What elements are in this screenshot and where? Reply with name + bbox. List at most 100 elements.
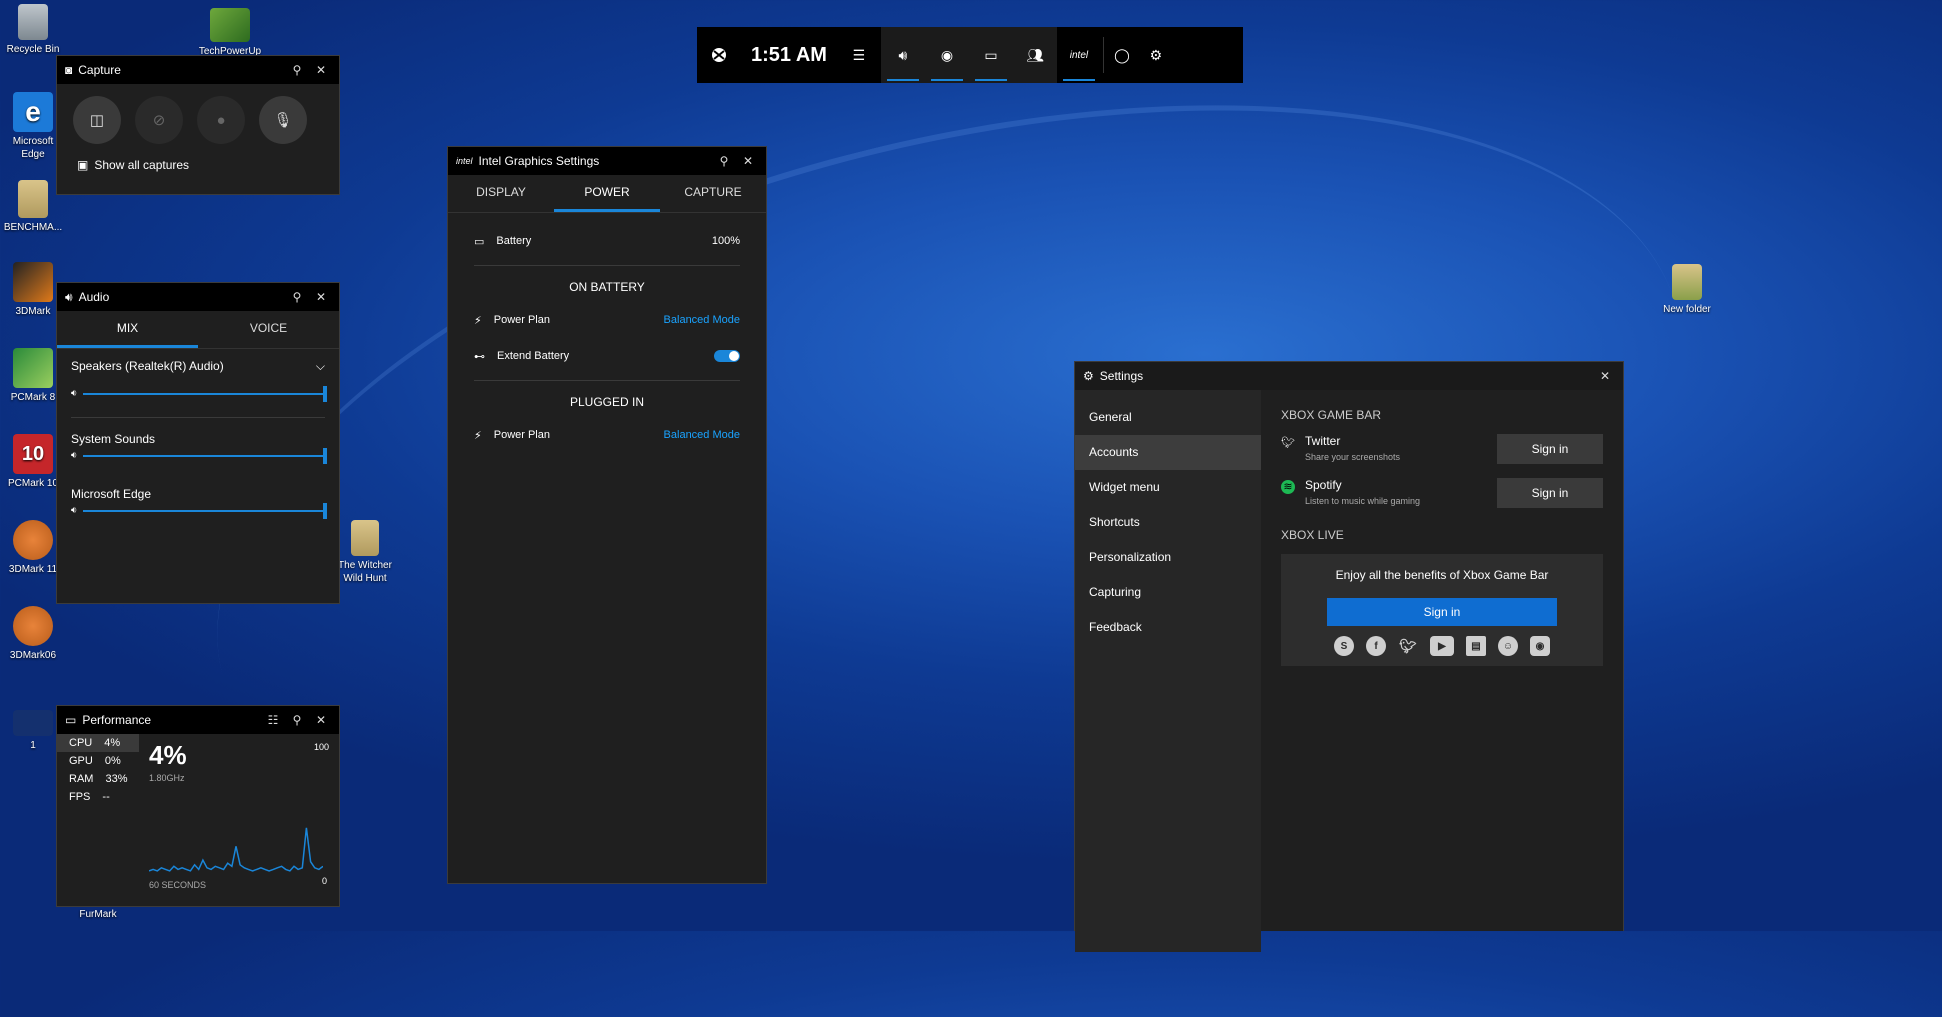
audio-title-bar[interactable]: 🔊︎ Audio ⚲ ✕ bbox=[57, 283, 339, 311]
nav-capturing[interactable]: Capturing bbox=[1075, 575, 1261, 610]
tab-mix[interactable]: MIX bbox=[57, 311, 198, 348]
show-all-captures-link[interactable]: ▣ Show all captures bbox=[57, 152, 339, 178]
close-icon[interactable]: ✕ bbox=[311, 290, 331, 304]
section-xbox-live: XBOX LIVE bbox=[1281, 528, 1344, 542]
xbox-live-panel: Enjoy all the benefits of Xbox Game Bar … bbox=[1281, 554, 1603, 666]
spotify-account-row: ≋ Spotify Listen to music while gaming S… bbox=[1281, 478, 1603, 508]
nav-shortcuts[interactable]: Shortcuts bbox=[1075, 505, 1261, 540]
monitor-icon: ▭ bbox=[65, 713, 77, 727]
twitter-sign-in-button[interactable]: Sign in bbox=[1497, 434, 1603, 464]
tab-capture[interactable]: CAPTURE bbox=[660, 175, 766, 212]
settings-title-bar[interactable]: ⚙ Settings ✕ bbox=[1075, 362, 1623, 390]
graph-span-label: 60 SECONDS bbox=[149, 880, 207, 890]
close-icon[interactable]: ✕ bbox=[1595, 369, 1615, 383]
edge-volume-slider[interactable] bbox=[83, 502, 327, 519]
section-xbox-game-bar: XBOX GAME BAR bbox=[1281, 408, 1382, 422]
xbox-game-bar: 1:51 AM ☰ 🔊︎ ◉ ▭ 👥︎ intel ◯ ⚙ bbox=[697, 27, 1243, 83]
extend-battery-toggle[interactable] bbox=[714, 350, 740, 362]
perf-item-gpu[interactable]: GPU 0% bbox=[57, 752, 139, 770]
output-device-select[interactable]: Speakers (Realtek(R) Audio) ⌵ bbox=[57, 349, 339, 384]
divider bbox=[474, 380, 740, 381]
tab-power[interactable]: POWER bbox=[554, 175, 660, 212]
close-icon[interactable]: ✕ bbox=[738, 154, 758, 168]
xbox-logo-icon[interactable] bbox=[697, 27, 741, 83]
on-battery-heading: ON BATTERY bbox=[569, 280, 645, 294]
twitter-account-row: 🐦︎ Twitter Share your screenshots Sign i… bbox=[1281, 434, 1603, 464]
perf-item-fps[interactable]: FPS -- bbox=[57, 788, 139, 806]
tab-voice[interactable]: VOICE bbox=[198, 311, 339, 348]
perf-item-cpu[interactable]: CPU 4% bbox=[57, 734, 139, 752]
reddit-icon: ☺ bbox=[1498, 636, 1518, 656]
desktop-icon-techpowerup[interactable]: TechPowerUp bbox=[197, 8, 263, 58]
close-icon[interactable]: ✕ bbox=[311, 713, 331, 727]
audio-widget-icon[interactable]: 🔊︎ bbox=[881, 27, 925, 83]
intel-widget-icon[interactable]: intel bbox=[1057, 27, 1101, 83]
nav-widget-menu[interactable]: Widget menu bbox=[1075, 470, 1261, 505]
3dmark11-icon bbox=[13, 520, 53, 560]
xbox-live-sign-in-button[interactable]: Sign in bbox=[1327, 598, 1557, 626]
spotify-sign-in-button[interactable]: Sign in bbox=[1497, 478, 1603, 508]
record-last-button[interactable]: ⊘ bbox=[135, 96, 183, 144]
extend-battery-row: ⊷ Extend Battery bbox=[448, 338, 766, 374]
nav-general[interactable]: General bbox=[1075, 400, 1261, 435]
desktop-icon-new-folder[interactable]: New folder bbox=[1654, 264, 1720, 316]
pin-icon[interactable]: ⚲ bbox=[287, 713, 307, 727]
tab-display[interactable]: DISPLAY bbox=[448, 175, 554, 212]
battery-icon: ▭ bbox=[474, 235, 485, 248]
intel-title-bar[interactable]: intel Intel Graphics Settings ⚲ ✕ bbox=[448, 147, 766, 175]
pin-icon[interactable]: ⚲ bbox=[287, 290, 307, 304]
social-icons: S f 🐦︎ ▶ ▤ ☺ ◉ bbox=[1281, 636, 1603, 656]
settings-window: ⚙ Settings ✕ General Accounts Widget men… bbox=[1074, 361, 1624, 952]
nav-feedback[interactable]: Feedback bbox=[1075, 610, 1261, 645]
pcmark8-icon bbox=[13, 348, 53, 388]
cpu-percentage: 4% bbox=[149, 740, 187, 770]
desktop-icon-3dmark06[interactable]: 3DMark06 bbox=[0, 606, 66, 662]
file-icon bbox=[13, 710, 53, 736]
facebook-icon: f bbox=[1366, 636, 1386, 656]
power-plan-row: ⚡︎ Power Plan Balanced Mode bbox=[474, 314, 740, 327]
intel-logo-icon: intel bbox=[456, 156, 473, 166]
discord-icon: ◉ bbox=[1530, 636, 1550, 656]
gallery-icon: ▣ bbox=[77, 158, 89, 172]
master-volume-slider[interactable] bbox=[83, 385, 327, 402]
options-icon[interactable]: ☷ bbox=[263, 713, 283, 727]
system-sounds-volume-slider[interactable] bbox=[83, 447, 327, 464]
volume-icon: 🔉︎ bbox=[71, 505, 78, 516]
capture-title-bar[interactable]: ◙ Capture ⚲ ✕ bbox=[57, 56, 339, 84]
nav-personalization[interactable]: Personalization bbox=[1075, 540, 1261, 575]
pin-icon[interactable]: ⚲ bbox=[714, 154, 734, 168]
capture-widget-icon[interactable]: ◉ bbox=[925, 27, 969, 83]
performance-widget-icon[interactable]: ▭ bbox=[969, 27, 1013, 83]
plugged-power-plan-row: ⚡︎ Power Plan Balanced Mode bbox=[474, 429, 740, 442]
settings-gear-icon[interactable]: ⚙ bbox=[1138, 27, 1174, 83]
spotify-icon: ≋ bbox=[1281, 480, 1295, 494]
desktop-icon-witcher[interactable]: The Witcher Wild Hunt bbox=[330, 520, 400, 585]
performance-title: Performance bbox=[82, 713, 152, 727]
start-recording-button[interactable]: ● bbox=[197, 96, 245, 144]
close-icon[interactable]: ✕ bbox=[311, 63, 331, 77]
perf-item-ram[interactable]: RAM 33% bbox=[57, 770, 139, 788]
mouse-icon[interactable]: ◯ bbox=[1106, 27, 1138, 83]
chevron-down-icon: ⌵ bbox=[315, 359, 325, 373]
desktop-icon-recycle-bin[interactable]: Recycle Bin bbox=[0, 4, 66, 56]
xbox-social-icon[interactable]: 👥︎ bbox=[1013, 27, 1057, 83]
xbox-live-text: Enjoy all the benefits of Xbox Game Bar bbox=[1335, 568, 1549, 582]
twitter-icon: 🐦︎ bbox=[1399, 637, 1417, 654]
battery-row: ▭ Battery 100% bbox=[474, 235, 740, 248]
settings-nav: General Accounts Widget menu Shortcuts P… bbox=[1075, 390, 1261, 952]
audio-title: Audio bbox=[78, 290, 110, 304]
performance-title-bar[interactable]: ▭ Performance ☷ ⚲ ✕ bbox=[57, 706, 339, 734]
power-plan-select[interactable]: Balanced Mode bbox=[664, 314, 740, 326]
intel-title: Intel Graphics Settings bbox=[478, 154, 600, 168]
edge-icon: e bbox=[13, 92, 53, 132]
widget-menu-icon[interactable]: ☰ bbox=[837, 27, 881, 83]
plugged-in-heading: PLUGGED IN bbox=[569, 395, 644, 409]
screenshot-button[interactable]: ◫ bbox=[73, 96, 121, 144]
graph-min-label: 0 bbox=[321, 876, 327, 886]
mic-mute-button[interactable]: 🎙︎ bbox=[259, 96, 307, 144]
intel-graphics-widget: intel Intel Graphics Settings ⚲ ✕ DISPLA… bbox=[447, 146, 767, 884]
nav-accounts[interactable]: Accounts bbox=[1075, 435, 1261, 470]
plugged-power-plan-select[interactable]: Balanced Mode bbox=[664, 429, 740, 441]
pin-icon[interactable]: ⚲ bbox=[287, 63, 307, 77]
camera-icon: ◙ bbox=[65, 63, 73, 77]
